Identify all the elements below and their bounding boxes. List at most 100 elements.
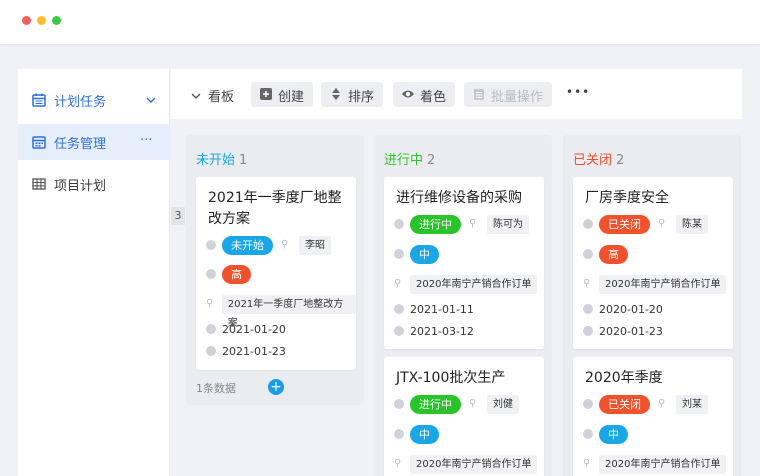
column-title: 未开始 xyxy=(196,153,236,168)
card-title: 2021年一季度厂地整改方案 xyxy=(208,190,342,227)
status-icon xyxy=(394,399,404,409)
card-status-row: 已关闭 ⚲ 陈某 xyxy=(583,214,708,234)
clock-icon xyxy=(394,326,404,336)
start-date: 2021-01-11 xyxy=(410,302,474,316)
priority-badge: 高 xyxy=(599,244,628,264)
card-status-row: 进行中 ⚲ 陈可为 xyxy=(394,214,529,234)
card-title: JTX-100批次生产 xyxy=(396,370,506,386)
task-card[interactable]: JTX-100批次生产 进行中 ⚲ 刘健 中 ⚲ 2020年南宁产销合作订单 xyxy=(384,357,544,476)
add-card-button[interactable]: + xyxy=(268,379,284,395)
card-order-row: ⚲ 2020年南宁产销合作订单 xyxy=(583,274,727,294)
order-tag: 2020年南宁产销合作订单 xyxy=(410,274,538,294)
card-start-row: 2021-01-11 xyxy=(394,299,474,319)
sort-label: 排序 xyxy=(348,90,375,105)
link-icon: ⚲ xyxy=(394,278,402,289)
status-icon xyxy=(583,219,593,229)
start-date: 2021-01-20 xyxy=(222,322,286,336)
column-count: 2 xyxy=(616,153,625,168)
link-icon: ⚲ xyxy=(583,278,591,289)
sidebar-item-plan-tasks[interactable]: 计划任务 xyxy=(18,82,170,118)
clock-icon xyxy=(394,304,404,314)
column-header: 进行中 2 xyxy=(384,149,435,168)
sidebar-item-task-management[interactable]: 任务管理 ··· xyxy=(18,124,170,160)
column-in-progress: 进行中 2 进行维修设备的采购 进行中 ⚲ 陈可为 中 ⚲ 2020年南宁产销合作… xyxy=(374,135,552,476)
more-options-icon[interactable]: ••• xyxy=(566,85,590,99)
card-title: 2020年季度 xyxy=(585,370,663,386)
order-tag: 2021年一季度厂地整改方案 xyxy=(221,294,356,329)
table-icon xyxy=(32,178,46,190)
card-order-row: ⚲ 2020年南宁产销合作订单 xyxy=(394,274,538,294)
priority-icon xyxy=(394,429,404,439)
link-icon: ⚲ xyxy=(281,239,289,250)
column-title: 进行中 xyxy=(384,153,424,168)
minimize-window-dot[interactable] xyxy=(37,16,46,25)
column-not-started: 未开始 1 2021年一季度厂地整改方案 未开始 ⚲ 李昭 高 ⚲ 2021年一季… xyxy=(186,135,364,405)
task-card[interactable]: 进行维修设备的采购 进行中 ⚲ 陈可为 中 ⚲ 2020年南宁产销合作订单 20… xyxy=(384,177,544,349)
color-button[interactable]: 着色 xyxy=(393,82,455,107)
column-header: 未开始 1 xyxy=(196,149,247,168)
link-icon: ⚲ xyxy=(583,458,591,469)
end-date: 2021-01-23 xyxy=(222,344,286,358)
chevron-down-icon[interactable] xyxy=(146,96,156,104)
sort-icon xyxy=(332,88,340,100)
view-switcher[interactable]: 看板 xyxy=(191,86,234,105)
card-end-row: 2021-03-12 xyxy=(394,321,474,341)
clipboard-icon xyxy=(474,89,484,100)
maximize-window-dot[interactable] xyxy=(52,16,61,25)
status-badge: 进行中 xyxy=(410,394,461,414)
create-button[interactable]: 创建 xyxy=(251,82,313,107)
main-content: 看板 创建 排序 着色 批量操作 ••• 3 未开始 1 2021年一季度厂地整… xyxy=(171,69,742,476)
order-tag: 2020年南宁产销合作订单 xyxy=(410,454,538,474)
assignee-tag: 李昭 xyxy=(299,235,331,255)
end-date: 2021-03-12 xyxy=(410,324,474,338)
column-header: 已关闭 2 xyxy=(573,149,624,168)
sort-button[interactable]: 排序 xyxy=(321,82,383,107)
task-card[interactable]: 2021年一季度厂地整改方案 未开始 ⚲ 李昭 高 ⚲ 2021年一季度厂地整改… xyxy=(196,177,356,370)
kanban-board: 3 未开始 1 2021年一季度厂地整改方案 未开始 ⚲ 李昭 高 ⚲ 2021… xyxy=(171,121,742,476)
status-badge: 未开始 xyxy=(222,235,273,255)
sidebar-item-project-plan[interactable]: 项目计划 xyxy=(18,166,170,202)
close-window-dot[interactable] xyxy=(22,16,31,25)
sidebar: 计划任务 任务管理 ··· 项目计划 xyxy=(18,69,170,476)
link-icon: ⚲ xyxy=(658,218,666,229)
sidebar-item-label: 计划任务 xyxy=(54,94,107,110)
view-label: 看板 xyxy=(208,90,235,105)
column-count: 1 xyxy=(239,153,248,168)
order-tag: 2020年南宁产销合作订单 xyxy=(599,274,727,294)
priority-badge: 中 xyxy=(410,244,439,264)
column-footer-count: 1条数据 xyxy=(196,382,236,395)
status-icon xyxy=(583,399,593,409)
card-status-row: 进行中 ⚲ 刘健 xyxy=(394,394,519,414)
collapsed-count-badge[interactable]: 3 xyxy=(171,207,185,225)
card-end-row: 2021-01-23 xyxy=(206,341,286,361)
link-icon: ⚲ xyxy=(394,458,402,469)
card-start-row: 2021-01-20 xyxy=(206,319,286,339)
more-options-icon[interactable]: ··· xyxy=(140,133,152,148)
batch-operation-button[interactable]: 批量操作 xyxy=(464,82,552,107)
color-label: 着色 xyxy=(420,90,447,105)
card-start-row: 2020-01-20 xyxy=(583,299,663,319)
assignee-tag: 陈某 xyxy=(676,214,708,234)
priority-icon xyxy=(206,269,216,279)
toolbar: 看板 创建 排序 着色 批量操作 ••• xyxy=(171,69,742,119)
link-icon: ⚲ xyxy=(469,218,477,229)
card-priority-row: 高 xyxy=(583,244,628,264)
calendar-icon xyxy=(32,93,46,107)
task-card[interactable]: 厂房季度安全 已关闭 ⚲ 陈某 高 ⚲ 2020年南宁产销合作订单 2020-0… xyxy=(573,177,733,349)
column-title: 已关闭 xyxy=(573,153,613,168)
sidebar-item-label: 项目计划 xyxy=(54,178,107,194)
column-closed: 已关闭2 厂房季度安全 已关闭 ⚲ 陈某 高 ⚲ 2020年南宁产销合作订单 xyxy=(563,135,741,476)
card-status-row: 已关闭 ⚲ 刘某 xyxy=(583,394,708,414)
status-icon xyxy=(394,219,404,229)
assignee-tag: 刘某 xyxy=(676,394,708,414)
priority-badge: 中 xyxy=(410,424,439,444)
column-count: 2 xyxy=(427,153,436,168)
link-icon: ⚲ xyxy=(469,398,477,409)
task-card[interactable]: 2020年季度 已关闭 ⚲ 刘某 中 ⚲ 2020年南宁产销合作订单 xyxy=(573,357,733,476)
card-order-row: ⚲ 2021年一季度厂地整改方案 xyxy=(206,294,356,329)
status-badge: 进行中 xyxy=(410,214,461,234)
plus-square-icon xyxy=(260,88,272,100)
card-title: 厂房季度安全 xyxy=(585,190,669,206)
calendar-grid-icon xyxy=(32,136,46,149)
card-order-row: ⚲ 2020年南宁产销合作订单 xyxy=(394,454,538,474)
